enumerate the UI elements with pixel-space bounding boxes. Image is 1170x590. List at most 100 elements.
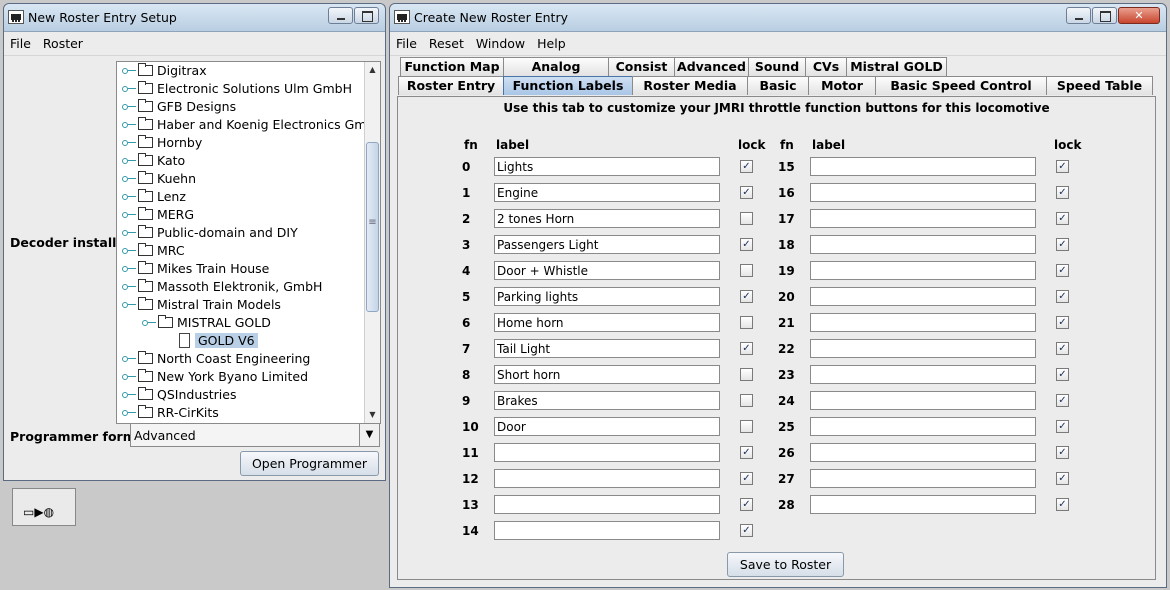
tree-node[interactable]: MERG — [117, 206, 364, 224]
lock-checkbox[interactable]: ✓ — [740, 524, 753, 537]
tab-motor[interactable]: Motor — [808, 76, 876, 95]
menu-help[interactable]: Help — [531, 36, 572, 51]
lock-checkbox[interactable] — [740, 368, 753, 381]
function-label-input[interactable] — [810, 339, 1036, 358]
menu-window[interactable]: Window — [470, 36, 531, 51]
tree-expand-handle-icon[interactable] — [122, 140, 136, 146]
tree-node[interactable]: Mistral Train Models — [117, 296, 364, 314]
lock-checkbox[interactable] — [740, 264, 753, 277]
tree-expand-handle-icon[interactable] — [122, 284, 136, 290]
tree-expand-handle-icon[interactable] — [122, 194, 136, 200]
tree-node[interactable]: Haber and Koenig Electronics GmbH — [117, 116, 380, 134]
function-label-input[interactable] — [810, 469, 1036, 488]
function-label-input[interactable] — [494, 521, 720, 540]
tab-speed-table[interactable]: Speed Table — [1046, 76, 1153, 95]
tree-node[interactable]: QSIndustries — [117, 386, 364, 404]
tab-basic-speed-control[interactable]: Basic Speed Control — [875, 76, 1047, 95]
title-bar[interactable]: Create New Roster Entry — [390, 4, 1166, 32]
tab-advanced[interactable]: Advanced — [674, 57, 749, 76]
function-label-input[interactable] — [810, 443, 1036, 462]
lock-checkbox[interactable]: ✓ — [740, 238, 753, 251]
minimize-button[interactable] — [328, 7, 353, 24]
tree-node[interactable]: Kato — [117, 152, 364, 170]
tree-expand-handle-icon[interactable] — [122, 410, 136, 416]
tree-node[interactable]: GOLD V6 — [117, 332, 364, 350]
function-label-input[interactable] — [810, 209, 1036, 228]
lock-checkbox[interactable] — [740, 394, 753, 407]
tab-roster-entry[interactable]: Roster Entry — [398, 76, 504, 95]
tree-node[interactable]: Hornby — [117, 134, 364, 152]
lock-checkbox[interactable]: ✓ — [740, 160, 753, 173]
function-label-input[interactable]: Tail Light — [494, 339, 720, 358]
lock-checkbox[interactable]: ✓ — [1056, 472, 1069, 485]
scroll-thumb[interactable] — [366, 142, 379, 312]
tab-cvs[interactable]: CVs — [805, 57, 847, 76]
tree-node[interactable]: Electronic Solutions Ulm GmbH — [117, 80, 364, 98]
tree-node[interactable]: Kuehn — [117, 170, 364, 188]
scroll-down-arrow-icon[interactable]: ▼ — [365, 407, 380, 423]
function-label-input[interactable] — [810, 365, 1036, 384]
tree-expand-handle-icon[interactable] — [122, 230, 136, 236]
function-label-input[interactable] — [810, 495, 1036, 514]
function-label-input[interactable] — [810, 417, 1036, 436]
tree-node[interactable]: New York Byano Limited — [117, 368, 364, 386]
tab-consist[interactable]: Consist — [608, 57, 675, 76]
function-label-input[interactable] — [810, 183, 1036, 202]
lock-checkbox[interactable]: ✓ — [1056, 316, 1069, 329]
lock-checkbox[interactable]: ✓ — [1056, 420, 1069, 433]
minimize-button[interactable] — [1066, 7, 1091, 24]
tree-expand-handle-icon[interactable] — [122, 302, 136, 308]
tab-analog-controls[interactable]: Analog Controls — [503, 57, 609, 92]
tree-expand-handle-icon[interactable] — [142, 320, 156, 326]
tree-expand-handle-icon[interactable] — [122, 158, 136, 164]
tab-sound[interactable]: Sound — [748, 57, 806, 76]
function-label-input[interactable] — [810, 287, 1036, 306]
tree-expand-handle-icon[interactable] — [122, 374, 136, 380]
lock-checkbox[interactable]: ✓ — [740, 290, 753, 303]
function-label-input[interactable]: Parking lights — [494, 287, 720, 306]
lock-checkbox[interactable]: ✓ — [740, 186, 753, 199]
tree-node[interactable]: Lenz — [117, 188, 364, 206]
function-label-input[interactable]: Door — [494, 417, 720, 436]
tree-expand-handle-icon[interactable] — [122, 68, 136, 74]
lock-checkbox[interactable]: ✓ — [1056, 394, 1069, 407]
open-programmer-button[interactable]: Open Programmer — [240, 451, 379, 476]
lock-checkbox[interactable]: ✓ — [740, 472, 753, 485]
tree-node[interactable]: Public-domain and DIY — [117, 224, 364, 242]
tab-function-labels[interactable]: Function Labels — [503, 76, 633, 95]
lock-checkbox[interactable]: ✓ — [740, 446, 753, 459]
tab-mistral-gold-v6[interactable]: Mistral GOLD V6 — [846, 57, 947, 92]
menu-file[interactable]: File — [390, 36, 423, 51]
lock-checkbox[interactable] — [740, 316, 753, 329]
lock-checkbox[interactable]: ✓ — [740, 342, 753, 355]
lock-checkbox[interactable]: ✓ — [1056, 446, 1069, 459]
function-label-input[interactable] — [810, 391, 1036, 410]
tree-node[interactable]: Mikes Train House — [117, 260, 364, 278]
tab-basic[interactable]: Basic — [747, 76, 809, 95]
maximize-button[interactable] — [1092, 7, 1117, 24]
lock-checkbox[interactable]: ✓ — [1056, 212, 1069, 225]
dropdown-arrow-icon[interactable]: ▼ — [359, 424, 379, 446]
lock-checkbox[interactable]: ✓ — [740, 498, 753, 511]
tree-expand-handle-icon[interactable] — [122, 248, 136, 254]
menu-file[interactable]: File — [4, 36, 37, 51]
lock-checkbox[interactable]: ✓ — [1056, 342, 1069, 355]
tree-node[interactable]: RR-CirKits — [117, 404, 364, 422]
function-label-input[interactable] — [494, 443, 720, 462]
function-label-input[interactable]: Door + Whistle — [494, 261, 720, 280]
scroll-up-arrow-icon[interactable]: ▲ — [365, 62, 380, 78]
function-label-input[interactable] — [810, 261, 1036, 280]
lock-checkbox[interactable]: ✓ — [1056, 498, 1069, 511]
tree-expand-handle-icon[interactable] — [122, 392, 136, 398]
tree-node[interactable]: North Coast Engineering — [117, 350, 364, 368]
lock-checkbox[interactable]: ✓ — [1056, 160, 1069, 173]
lock-checkbox[interactable]: ✓ — [1056, 264, 1069, 277]
lock-checkbox[interactable]: ✓ — [1056, 238, 1069, 251]
function-label-input[interactable] — [810, 235, 1036, 254]
tree-node[interactable]: MRC — [117, 242, 364, 260]
menu-roster[interactable]: Roster — [37, 36, 89, 51]
save-to-roster-button[interactable]: Save to Roster — [727, 552, 844, 577]
lock-checkbox[interactable] — [740, 212, 753, 225]
function-label-input[interactable] — [810, 313, 1036, 332]
tab-roster-media[interactable]: Roster Media — [632, 76, 748, 95]
